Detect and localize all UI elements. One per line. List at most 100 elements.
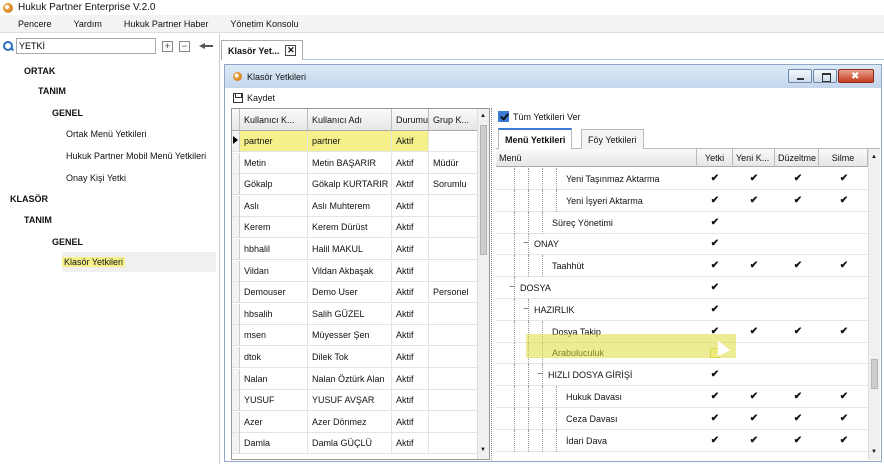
silme-checkbox[interactable]: ✔ bbox=[839, 326, 849, 337]
permissions-grid-scrollbar[interactable] bbox=[868, 149, 880, 460]
table-cell[interactable]: Demo User bbox=[308, 282, 392, 304]
tree-item-ortak-menu[interactable]: Ortak Menü Yetkileri bbox=[66, 124, 147, 144]
table-cell[interactable]: Aktif bbox=[392, 239, 429, 260]
table-cell[interactable]: partner bbox=[240, 131, 308, 152]
yetki-checkbox[interactable]: ✔ bbox=[710, 195, 720, 206]
column-header-silme[interactable]: Silme bbox=[819, 149, 868, 167]
tree-item-onay-kisi[interactable]: Onay Kişi Yetki bbox=[66, 168, 126, 188]
table-cell[interactable]: Sorumlu bbox=[429, 174, 479, 196]
expand-all-button[interactable]: + bbox=[162, 40, 173, 52]
table-cell[interactable]: Metin BAŞARIR bbox=[308, 152, 392, 174]
pane-divider[interactable] bbox=[219, 34, 220, 464]
table-cell[interactable]: Aktif bbox=[392, 195, 429, 217]
tree-item-klasor-genel[interactable]: GENEL bbox=[52, 232, 83, 252]
silme-checkbox[interactable]: ✔ bbox=[839, 392, 849, 402]
table-cell[interactable]: Aktif bbox=[392, 174, 429, 196]
table-cell[interactable]: Azer Dönmez bbox=[308, 411, 392, 433]
close-window-icon[interactable] bbox=[838, 69, 874, 83]
silme-checkbox[interactable]: ✔ bbox=[839, 174, 849, 184]
permission-row[interactable]: Ceza Davası ✔ ✔ ✔ ✔ bbox=[496, 407, 868, 430]
table-cell[interactable]: Salih GÜZEL bbox=[308, 303, 392, 325]
tree-item-genel[interactable]: GENEL bbox=[52, 103, 83, 123]
all-permissions-checkbox[interactable]: Tüm Yetkileri Ver bbox=[498, 111, 581, 122]
menu-pencere[interactable]: Pencere bbox=[18, 19, 52, 29]
row-indicator[interactable] bbox=[232, 411, 240, 433]
duzeltme-checkbox[interactable]: ✔ bbox=[793, 413, 803, 424]
table-cell[interactable]: YUSUF AVŞAR bbox=[308, 390, 392, 412]
tab-klasor-yetkileri[interactable]: Klasör Yet... ✕ bbox=[221, 40, 304, 60]
yeni-checkbox[interactable]: ✔ bbox=[749, 326, 759, 337]
table-cell[interactable]: hbhalil bbox=[240, 239, 308, 260]
table-cell[interactable]: Aktif bbox=[392, 217, 429, 239]
table-cell[interactable]: Damla bbox=[240, 433, 308, 455]
table-cell[interactable]: Kerem Dürüst bbox=[308, 217, 392, 239]
tree-item-mobil-menu[interactable]: Hukuk Partner Mobil Menü Yetkileri bbox=[66, 146, 206, 166]
table-cell[interactable]: Aslı Muhterem bbox=[308, 195, 392, 217]
table-cell[interactable]: Demouser bbox=[240, 282, 308, 304]
table-cell[interactable]: Vildan bbox=[240, 260, 308, 282]
users-grid-scrollbar[interactable] bbox=[477, 109, 489, 459]
duzeltme-checkbox[interactable]: ✔ bbox=[793, 435, 803, 446]
row-indicator[interactable] bbox=[232, 347, 240, 368]
duzeltme-checkbox[interactable]: ✔ bbox=[793, 326, 803, 337]
pin-icon[interactable] bbox=[199, 42, 213, 50]
row-indicator[interactable] bbox=[232, 325, 240, 347]
yetki-checkbox[interactable]: ✔ bbox=[710, 304, 720, 315]
tab-foy-yetkileri[interactable]: Föy Yetkileri bbox=[581, 129, 644, 149]
silme-checkbox[interactable]: ✔ bbox=[839, 435, 849, 446]
row-indicator[interactable] bbox=[232, 217, 240, 239]
scroll-thumb[interactable] bbox=[871, 359, 878, 389]
table-cell[interactable]: Aslı bbox=[240, 195, 308, 217]
table-cell[interactable]: Nalan bbox=[240, 368, 308, 390]
table-cell[interactable]: Aktif bbox=[392, 390, 429, 412]
table-cell[interactable] bbox=[429, 239, 479, 260]
duzeltme-checkbox[interactable]: ✔ bbox=[793, 392, 803, 402]
yetki-checkbox[interactable]: ✔ bbox=[710, 283, 720, 293]
yetki-checkbox[interactable]: ✔ bbox=[710, 239, 720, 249]
maximize-icon[interactable] bbox=[813, 69, 837, 83]
table-cell[interactable]: Personel bbox=[429, 282, 479, 304]
table-cell[interactable]: Müyesser Şen bbox=[308, 325, 392, 347]
duzeltme-checkbox[interactable]: ✔ bbox=[793, 195, 803, 206]
column-header-kullanici-adi[interactable]: Kullanıcı Adı bbox=[308, 109, 392, 131]
table-cell[interactable]: Aktif bbox=[392, 260, 429, 282]
permission-row[interactable]: − HIZLI DOSYA GİRİŞİ ✔ bbox=[496, 364, 868, 387]
permission-row[interactable]: Taahhüt ✔ ✔ ✔ ✔ bbox=[496, 255, 868, 278]
duzeltme-checkbox[interactable]: ✔ bbox=[793, 261, 803, 271]
silme-checkbox[interactable]: ✔ bbox=[839, 261, 849, 271]
search-input[interactable] bbox=[16, 38, 156, 54]
permission-row[interactable]: − HAZIRLIK ✔ bbox=[496, 298, 868, 321]
table-cell[interactable]: Gökalp bbox=[240, 174, 308, 196]
permission-row[interactable]: − DOSYA ✔ bbox=[496, 277, 868, 299]
tree-item-tanim[interactable]: TANIM bbox=[38, 81, 66, 101]
yeni-checkbox[interactable]: ✔ bbox=[749, 392, 759, 402]
table-cell[interactable]: Gökalp KURTARIR bbox=[308, 174, 392, 196]
table-cell[interactable] bbox=[429, 260, 479, 282]
row-indicator[interactable] bbox=[232, 303, 240, 325]
yeni-checkbox[interactable]: ✔ bbox=[749, 261, 759, 271]
yetki-checkbox[interactable]: ✔ bbox=[710, 413, 720, 424]
column-header-duzeltme[interactable]: Düzeltme bbox=[775, 149, 819, 167]
menu-yonetim[interactable]: Yönetim Konsolu bbox=[230, 19, 298, 29]
table-cell[interactable]: YUSUF bbox=[240, 390, 308, 412]
table-cell[interactable]: hbsalih bbox=[240, 303, 308, 325]
silme-checkbox[interactable]: ✔ bbox=[839, 195, 849, 206]
tree-item-ortak[interactable]: ORTAK bbox=[24, 61, 55, 81]
row-indicator[interactable] bbox=[232, 390, 240, 412]
yeni-checkbox[interactable]: ✔ bbox=[749, 174, 759, 184]
close-icon[interactable]: ✕ bbox=[285, 45, 297, 56]
row-indicator[interactable] bbox=[232, 195, 240, 217]
yetki-checkbox[interactable]: ✔ bbox=[710, 261, 720, 271]
table-cell[interactable] bbox=[429, 131, 479, 152]
table-cell[interactable]: partner bbox=[308, 131, 392, 152]
tree-item-klasor[interactable]: KLASÖR bbox=[10, 189, 48, 209]
table-cell[interactable]: Aktif bbox=[392, 282, 429, 304]
table-cell[interactable]: Aktif bbox=[392, 433, 429, 455]
menu-haber[interactable]: Hukuk Partner Haber bbox=[124, 19, 209, 29]
table-cell[interactable] bbox=[429, 195, 479, 217]
table-cell[interactable]: Aktif bbox=[392, 347, 429, 368]
scroll-thumb[interactable] bbox=[480, 125, 487, 255]
yetki-checkbox[interactable]: ✔ bbox=[710, 370, 720, 380]
row-indicator[interactable] bbox=[232, 260, 240, 282]
table-cell[interactable] bbox=[429, 347, 479, 368]
